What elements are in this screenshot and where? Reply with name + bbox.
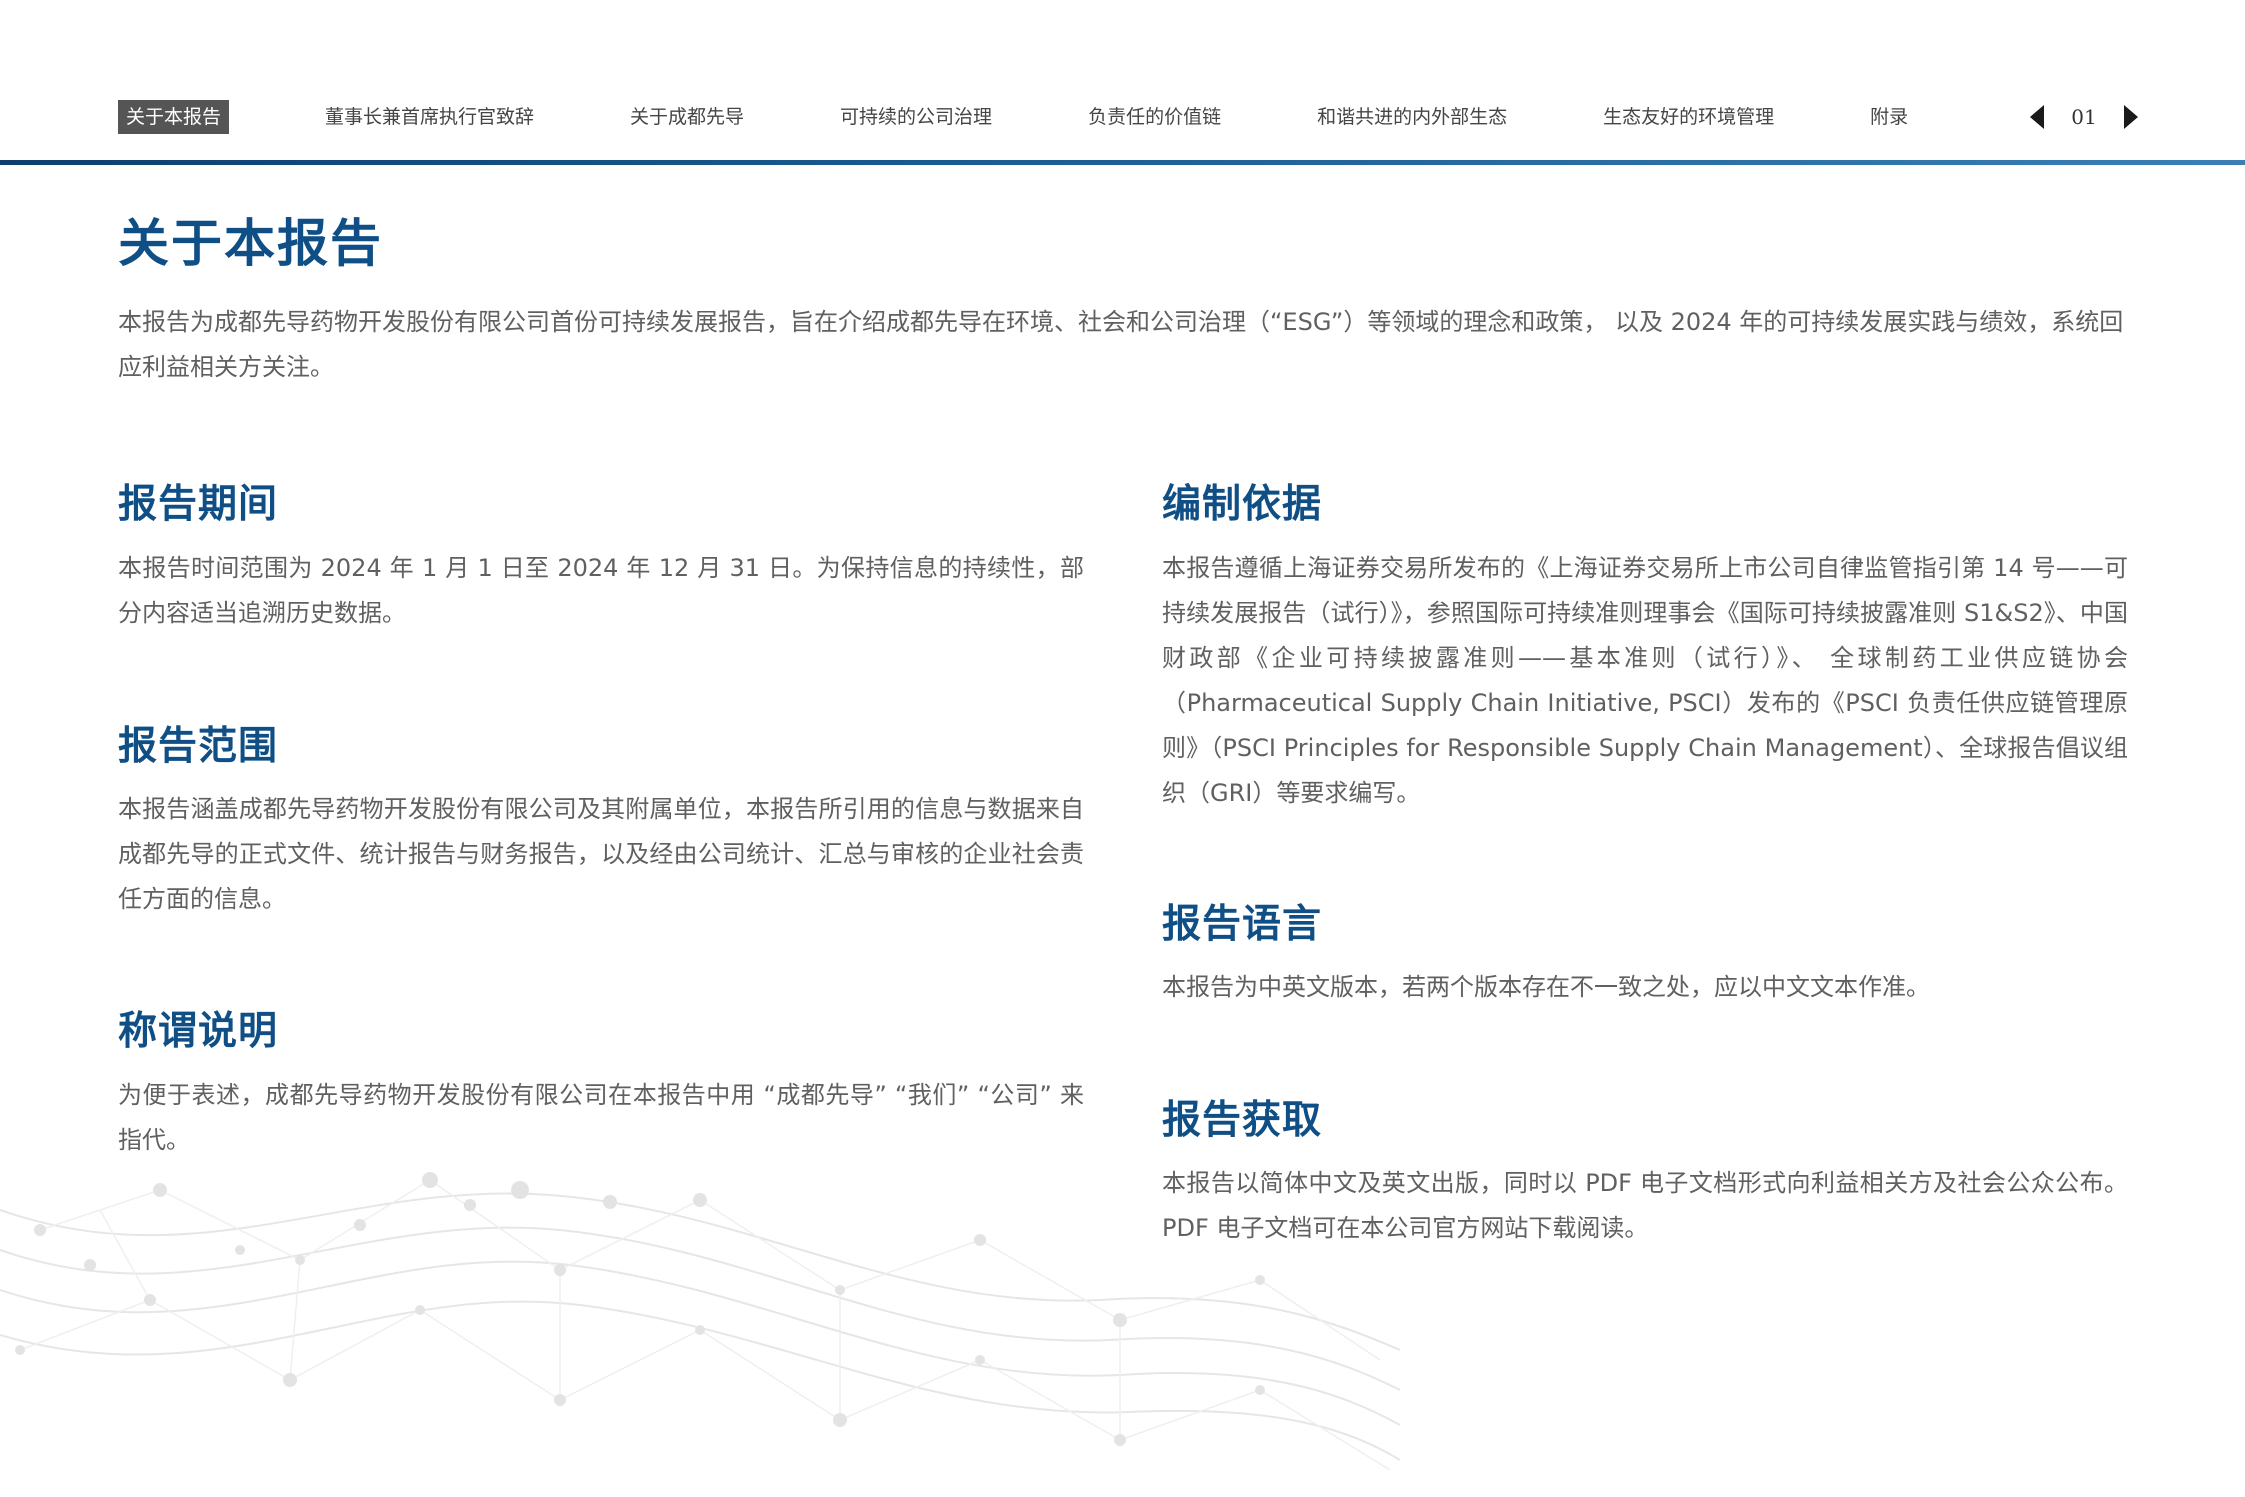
header-divider (0, 160, 2245, 165)
nav-tab-governance[interactable]: 可持续的公司治理 (832, 100, 1000, 134)
section-title-access: 报告获取 (1162, 1098, 1323, 1143)
section-body-scope: 本报告涵盖成都先导药物开发股份有限公司及其附属单位，本报告所引用的信息与数据来自… (118, 795, 1084, 913)
page-title: 关于本报告 (118, 215, 384, 274)
nav-tab-about-report[interactable]: 关于本报告 (118, 100, 230, 134)
decorative-molecular-wave (0, 1172, 1400, 1471)
nav-tab-ecosystem[interactable]: 和谐共进的内外部生态 (1309, 100, 1515, 134)
page-navigator: 01 (2030, 98, 2138, 136)
nav-tab-value-chain[interactable]: 负责任的价值链 (1080, 100, 1229, 134)
section-body-language: 本报告为中英文版本，若两个版本存在不一致之处，应以中文文本作准。 (1162, 973, 1930, 1001)
previous-page-icon[interactable] (2030, 105, 2044, 129)
top-navigation: 关于本报告 董事长兼首席执行官致辞 关于成都先导 可持续的公司治理 负责任的价值… (118, 98, 2130, 136)
nav-tab-chairman-message[interactable]: 董事长兼首席执行官致辞 (317, 100, 542, 134)
page-number: 01 (2071, 105, 2097, 129)
nav-tab-appendix[interactable]: 附录 (1862, 100, 1916, 134)
section-title-basis: 编制依据 (1162, 482, 1323, 527)
intro-paragraph: 本报告为成都先导药物开发股份有限公司首份可持续发展报告，旨在介绍成都先导在环境、… (118, 308, 2124, 381)
section-title-language: 报告语言 (1162, 902, 1323, 947)
section-title-scope: 报告范围 (118, 724, 279, 769)
section-body-period: 本报告时间范围为 2024 年 1 月 1 日至 2024 年 12 月 31 … (118, 554, 1084, 627)
nav-tab-about-company[interactable]: 关于成都先导 (622, 100, 752, 134)
next-page-icon[interactable] (2123, 105, 2138, 129)
nav-tab-environment[interactable]: 生态友好的环境管理 (1595, 100, 1782, 134)
section-body-basis: 本报告遵循上海证券交易所发布的《上海证券交易所上市公司自律监管指引第 14 号—… (1162, 554, 2128, 807)
section-title-naming: 称谓说明 (118, 1009, 279, 1054)
section-title-period: 报告期间 (118, 482, 279, 527)
